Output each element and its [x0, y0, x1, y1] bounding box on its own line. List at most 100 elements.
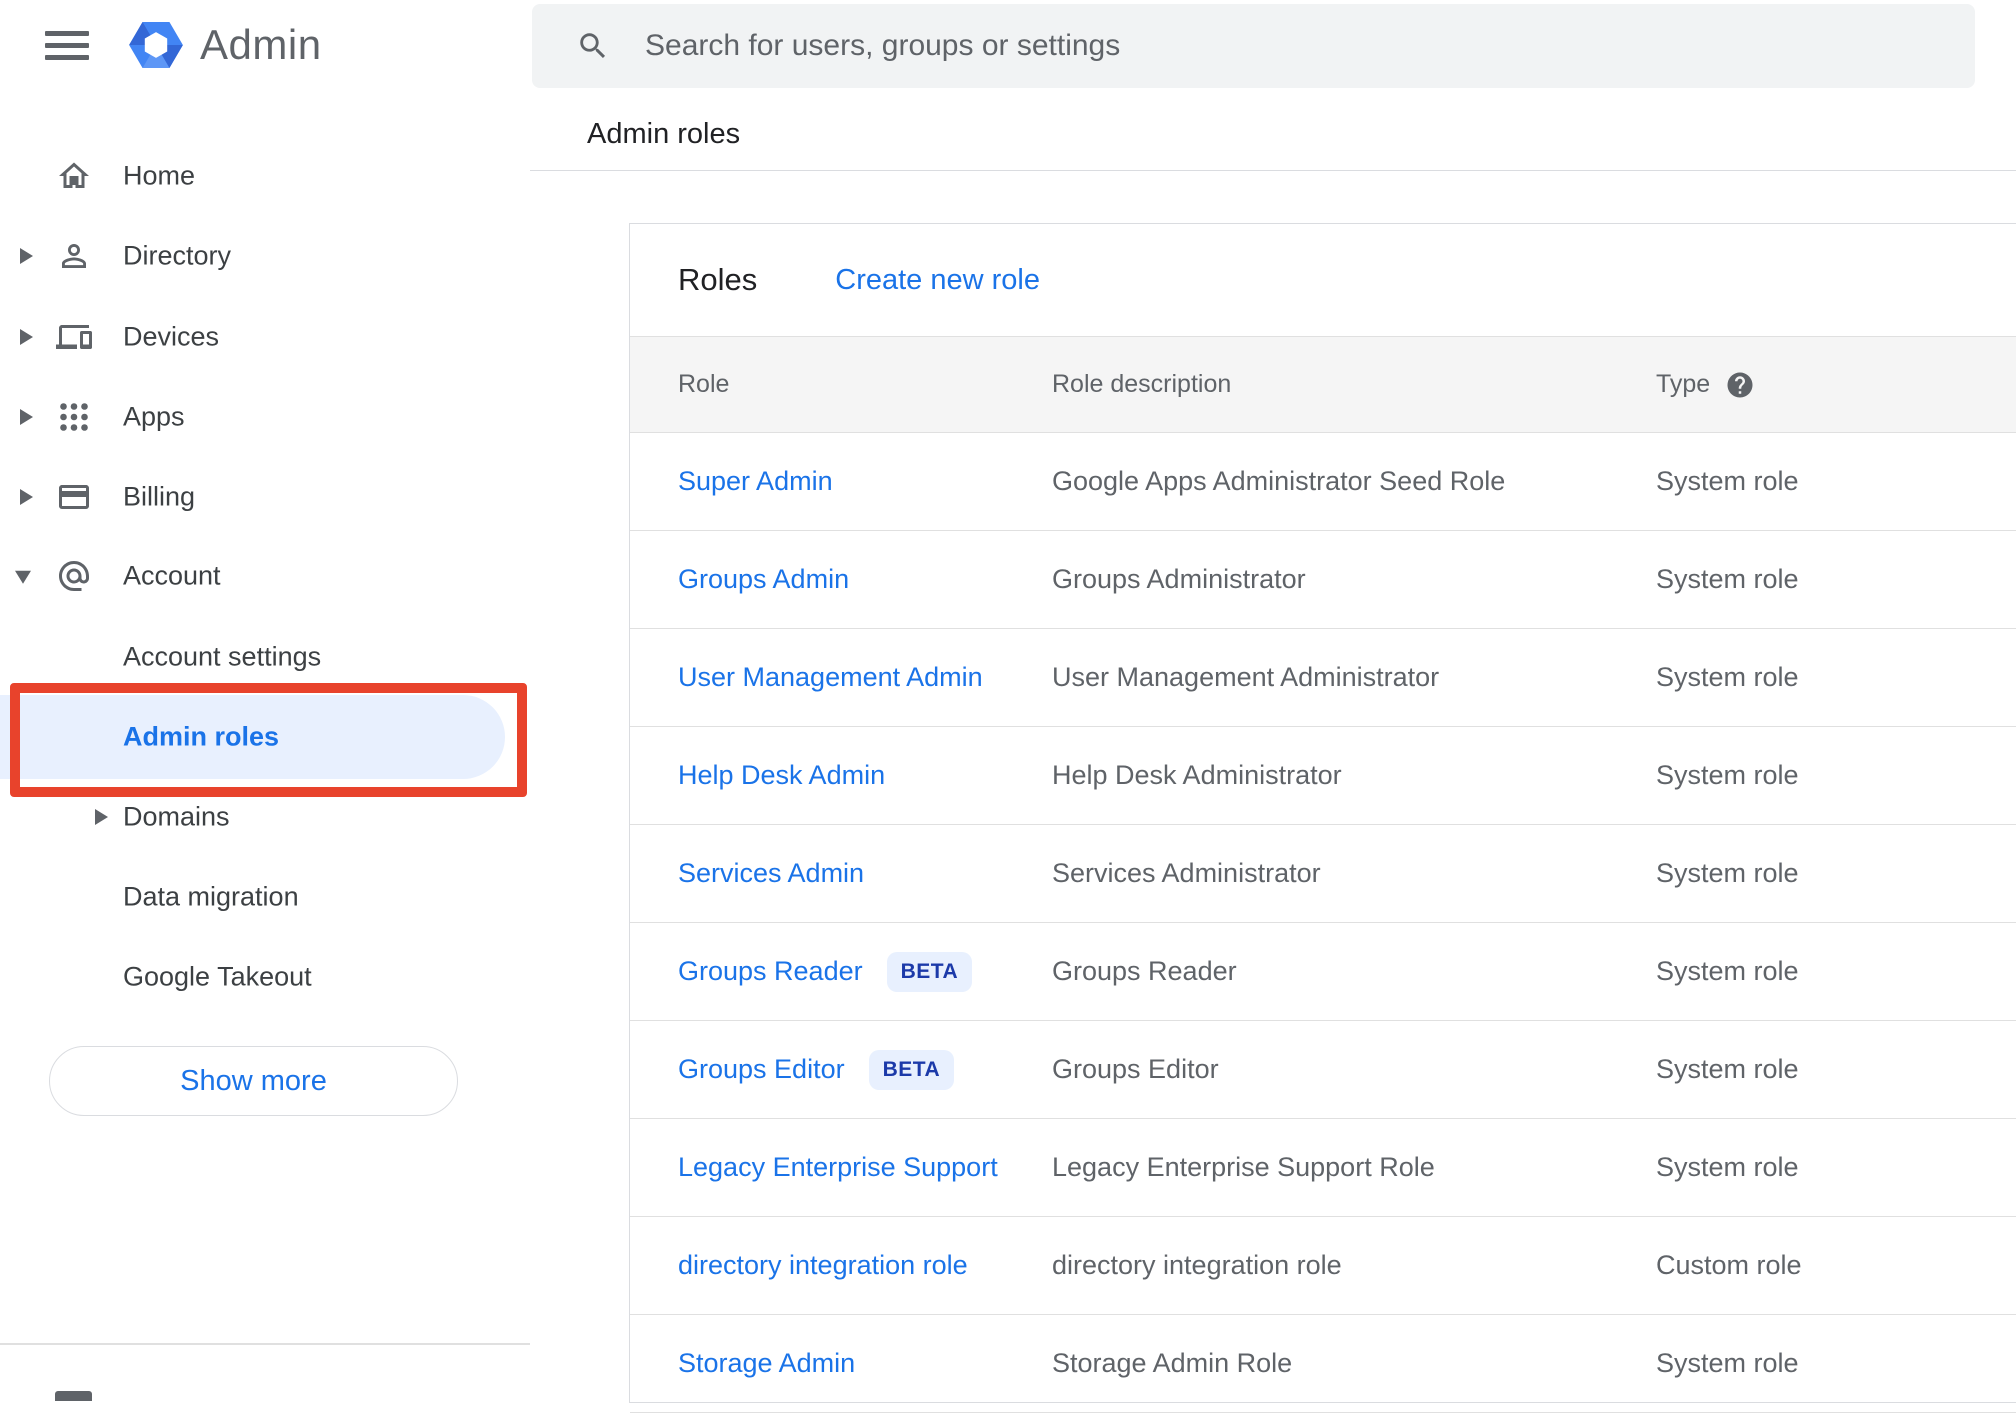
table-row: Groups Reader BETA Groups Reader System rol… [630, 923, 2016, 1021]
role-link[interactable]: Storage Admin [678, 1348, 855, 1379]
role-link[interactable]: Super Admin [678, 466, 833, 497]
role-cell: Storage Admin [678, 1348, 1052, 1379]
table-row: Services Admin Services Administrator Syst… [630, 825, 2016, 923]
role-description: Groups Editor [1052, 1054, 1219, 1084]
app-title: Admin [200, 21, 322, 68]
table-row: directory integration role directory inte… [630, 1217, 2016, 1315]
chevron-right-icon [20, 329, 33, 345]
role-type: System role [1656, 956, 1799, 986]
sidebar-item-account-settings[interactable]: Account settings [0, 615, 505, 699]
table-row: Help Desk Admin Help Desk Administrator Sy… [630, 727, 2016, 825]
role-description: Legacy Enterprise Support Role [1052, 1152, 1435, 1182]
table-row: Groups Editor BETA Groups Editor System rol… [630, 1021, 2016, 1119]
sidebar-item-label: Account [123, 560, 221, 591]
column-header-type: Type [1656, 370, 2016, 400]
sidebar-item-devices[interactable]: Devices [0, 295, 505, 379]
sidebar-item-label: Google Takeout [123, 961, 312, 992]
sidebar-item-label: Data migration [123, 881, 299, 912]
role-cell: Groups Editor BETA [678, 1049, 1052, 1090]
home-icon [56, 158, 92, 194]
role-description: User Management Administrator [1052, 662, 1440, 692]
sidebar-item-label: Admin roles [123, 721, 280, 752]
help-icon[interactable] [1725, 370, 1755, 400]
sidebar-item-label: Billing [123, 481, 196, 512]
role-type: System role [1656, 466, 1799, 496]
role-cell: Super Admin [678, 466, 1052, 497]
sidebar-item-label: Account settings [123, 641, 322, 672]
chevron-right-icon [20, 489, 33, 505]
role-type: System role [1656, 760, 1799, 790]
show-more-button[interactable]: Show more [49, 1046, 458, 1116]
sidebar-item-domains[interactable]: Domains [0, 775, 505, 859]
breadcrumb: Admin roles [587, 118, 741, 150]
sidebar-divider [0, 1343, 530, 1345]
sidebar-header: Admin [0, 0, 322, 90]
role-description: directory integration role [1052, 1250, 1342, 1280]
sidebar-item-directory[interactable]: Directory [0, 214, 505, 298]
chevron-right-icon [20, 248, 33, 264]
role-cell: directory integration role [678, 1250, 1052, 1281]
role-link[interactable]: Groups Reader [678, 956, 863, 987]
sidebar-item-label: Home [123, 160, 196, 191]
show-more-label: Show more [180, 1064, 327, 1097]
clipped-bottom-icon [55, 1391, 92, 1401]
search-input[interactable] [532, 4, 1975, 88]
column-header-type-label: Type [1656, 370, 1711, 398]
column-header-role: Role [678, 370, 730, 398]
role-link[interactable]: Services Admin [678, 858, 864, 889]
beta-badge: BETA [886, 951, 973, 992]
role-cell: Groups Reader BETA [678, 951, 1052, 992]
chevron-down-icon [15, 570, 31, 584]
roles-card-header: Roles Create new role [630, 224, 2016, 336]
chevron-right-icon [20, 409, 33, 425]
role-cell: Legacy Enterprise Support [678, 1152, 1052, 1183]
role-type: System role [1656, 1054, 1799, 1084]
sidebar-item-google-takeout[interactable]: Google Takeout [0, 935, 505, 1019]
roles-table-body: Super Admin Google Apps Administrator See… [630, 433, 2016, 1413]
role-description: Services Administrator [1052, 858, 1321, 888]
sidebar-item-apps[interactable]: Apps [0, 375, 505, 459]
sidebar-item-billing[interactable]: Billing [0, 455, 505, 539]
column-header-description: Role description [1052, 370, 1232, 398]
role-description: Groups Reader [1052, 956, 1237, 986]
role-type: System role [1656, 858, 1799, 888]
roles-title: Roles [678, 262, 758, 297]
sidebar-item-label: Apps [123, 401, 185, 432]
table-row: User Management Admin User Management Adm… [630, 629, 2016, 727]
create-new-role-link[interactable]: Create new role [835, 264, 1040, 297]
role-link[interactable]: directory integration role [678, 1250, 968, 1281]
sidebar-item-label: Directory [123, 240, 232, 271]
sidebar-item-label: Devices [123, 321, 220, 352]
role-link[interactable]: Legacy Enterprise Support [678, 1152, 998, 1183]
sidebar-item-admin-roles[interactable]: Admin roles [0, 695, 505, 779]
role-cell: Services Admin [678, 858, 1052, 889]
at-icon [56, 558, 92, 594]
search-bar [532, 4, 1975, 88]
roles-table-header: Role Role description Type [630, 336, 2016, 433]
person-icon [56, 238, 92, 274]
chevron-right-icon [95, 809, 108, 825]
sidebar: Admin Home Directory Devices Apps Billing Acc… [0, 0, 530, 1401]
sidebar-item-data-migration[interactable]: Data migration [0, 855, 505, 939]
sidebar-item-account[interactable]: Account [0, 534, 505, 618]
role-link[interactable]: User Management Admin [678, 662, 983, 693]
table-row: Super Admin Google Apps Administrator See… [630, 433, 2016, 531]
role-cell: Groups Admin [678, 564, 1052, 595]
table-row: Storage Admin Storage Admin Role System ro… [630, 1315, 2016, 1413]
role-link[interactable]: Help Desk Admin [678, 760, 885, 791]
role-link[interactable]: Groups Editor [678, 1054, 845, 1085]
sidebar-item-home[interactable]: Home [0, 134, 505, 218]
role-link[interactable]: Groups Admin [678, 564, 849, 595]
admin-logo-icon[interactable] [128, 16, 184, 74]
role-description: Help Desk Administrator [1052, 760, 1342, 790]
role-cell: User Management Admin [678, 662, 1052, 693]
role-type: System role [1656, 1348, 1799, 1378]
role-cell: Help Desk Admin [678, 760, 1052, 791]
role-description: Storage Admin Role [1052, 1348, 1293, 1378]
header-divider [530, 170, 2016, 171]
menu-icon[interactable] [45, 24, 89, 67]
role-type: System role [1656, 662, 1799, 692]
card-icon [56, 479, 92, 515]
table-row: Groups Admin Groups Administrator System r… [630, 531, 2016, 629]
devices-icon [56, 319, 92, 355]
